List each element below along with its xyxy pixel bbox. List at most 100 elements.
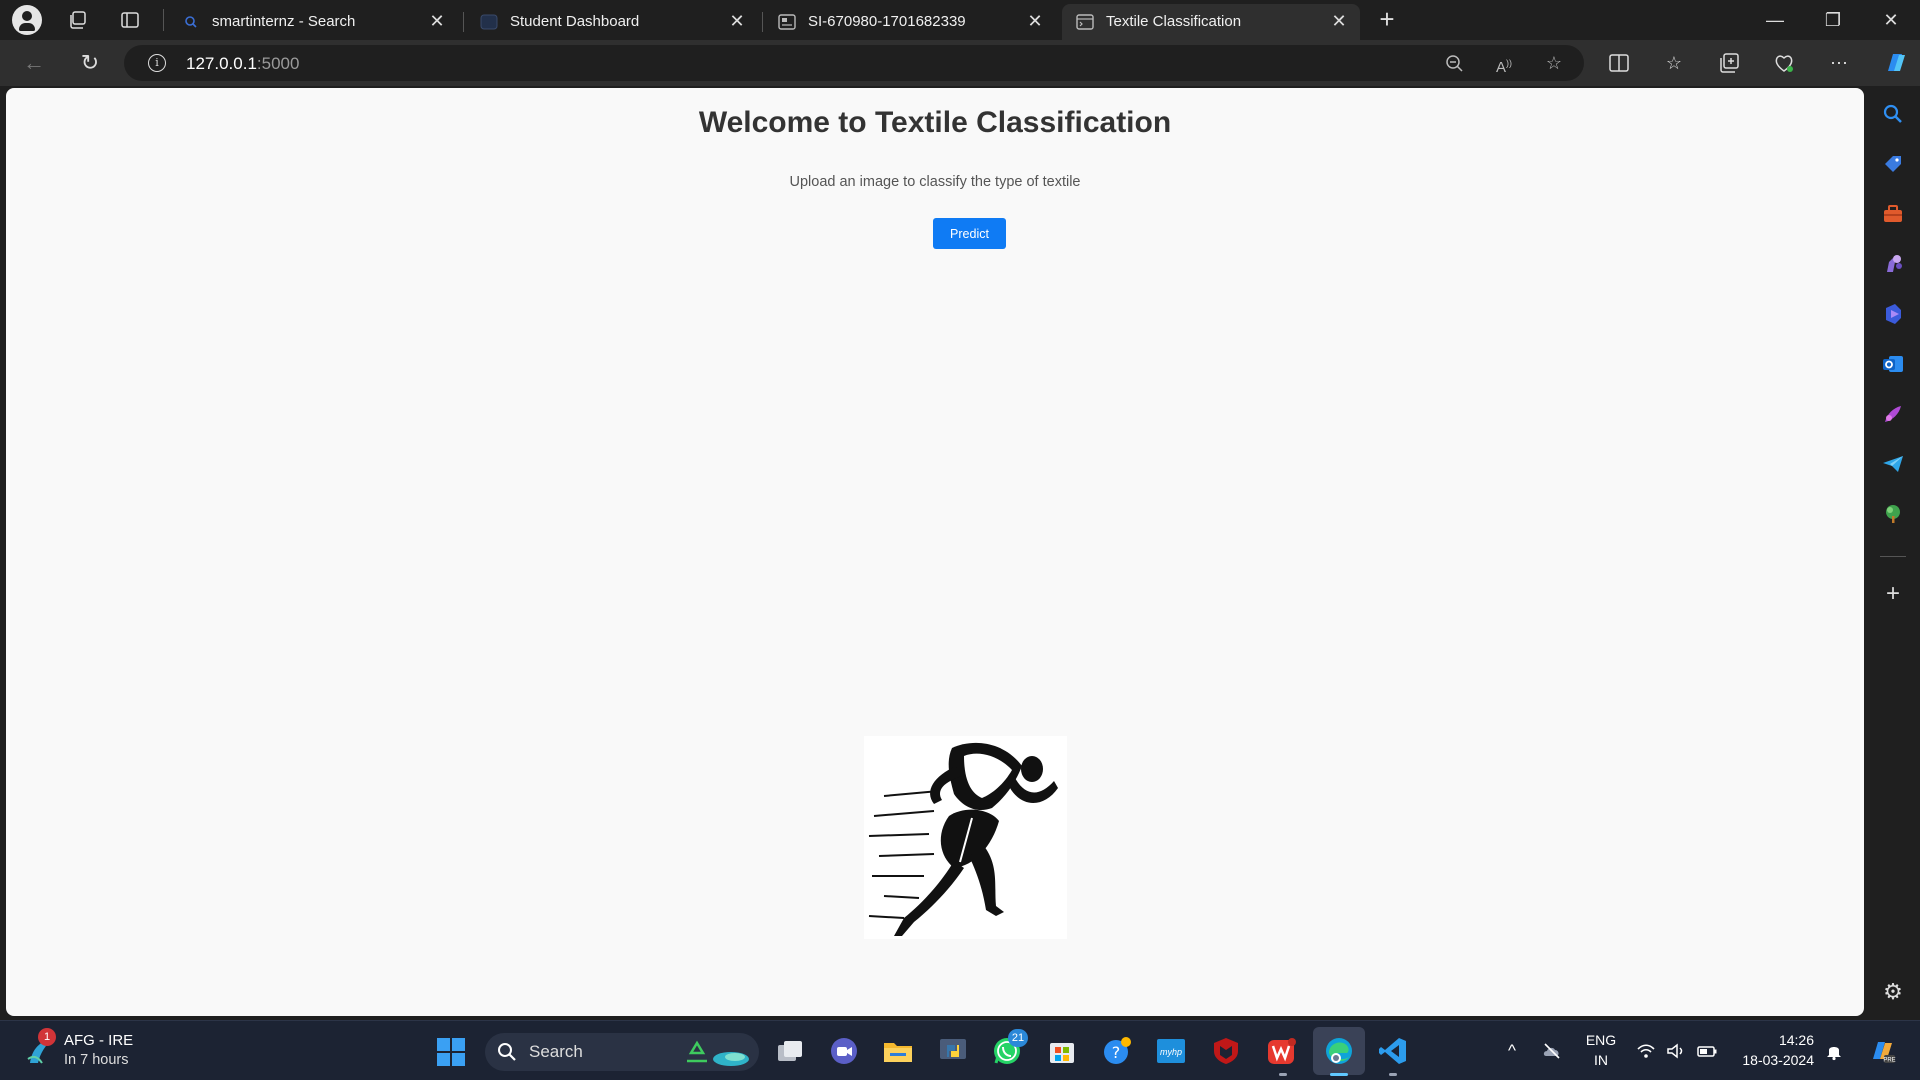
close-tab-icon[interactable]: ✕ <box>428 12 446 30</box>
file-explorer-icon[interactable] <box>882 1035 914 1067</box>
tools-icon[interactable] <box>1881 202 1905 226</box>
edge-browser-icon <box>1326 1038 1352 1064</box>
svg-text:PRE: PRE <box>1883 1058 1895 1064</box>
edge-sidebar: + ⚙ <box>1866 86 1920 1020</box>
games-icon[interactable] <box>1881 252 1905 276</box>
onedrive-offline-icon[interactable] <box>1542 1041 1562 1061</box>
windows-taskbar: 1 AFG - IRE In 7 hours Search 21 ? myhp <box>0 1020 1920 1080</box>
microsoft-365-icon[interactable] <box>1881 302 1905 326</box>
svg-text:?: ? <box>1112 1043 1121 1062</box>
clock-date[interactable]: 18-03-2024 <box>1728 1052 1814 1068</box>
close-window-button[interactable]: ✕ <box>1868 4 1914 36</box>
vertical-tabs-icon[interactable] <box>120 10 140 30</box>
search-icon <box>185 16 197 28</box>
minimize-button[interactable]: — <box>1752 4 1798 36</box>
wifi-icon[interactable] <box>1636 1041 1656 1061</box>
windows-start-icon[interactable] <box>436 1037 466 1067</box>
split-screen-icon[interactable] <box>1608 52 1630 74</box>
task-view-icon[interactable] <box>774 1035 806 1067</box>
running-man-image <box>868 742 1058 936</box>
close-tab-icon[interactable]: ✕ <box>1026 12 1044 30</box>
refresh-icon[interactable]: ↻ <box>76 49 104 77</box>
profile-icon[interactable] <box>12 5 42 35</box>
browser-essentials-icon[interactable] <box>1773 52 1795 74</box>
edge-taskbar-button[interactable] <box>1313 1027 1365 1075</box>
running-indicator <box>1389 1073 1397 1076</box>
url-port: :5000 <box>256 54 300 73</box>
separator <box>163 9 164 31</box>
tab-student-dashboard[interactable]: Student Dashboard ✕ <box>466 4 758 40</box>
back-arrow-icon[interactable]: ← <box>20 49 48 77</box>
add-sidebar-app-icon[interactable]: + <box>1881 582 1905 606</box>
page-icon <box>1076 14 1094 30</box>
svg-text:myhp: myhp <box>1160 1047 1182 1057</box>
tree-app-icon[interactable] <box>1881 502 1905 526</box>
outlook-icon[interactable] <box>1881 352 1905 376</box>
wps-office-icon[interactable] <box>1265 1035 1297 1067</box>
tab-smartinternz-search[interactable]: smartinternz - Search ✕ <box>168 4 458 40</box>
uploaded-image-preview <box>864 736 1067 939</box>
designer-icon[interactable] <box>1881 402 1905 426</box>
notification-bell-icon[interactable] <box>1824 1041 1844 1061</box>
close-tab-icon[interactable]: ✕ <box>728 12 746 30</box>
tab-title: smartinternz - Search <box>212 13 356 30</box>
zoom-out-icon[interactable] <box>1444 53 1464 73</box>
page-viewport: Welcome to Textile Classification Upload… <box>6 88 1864 1016</box>
document-icon <box>778 14 796 30</box>
search-icon <box>498 1043 516 1061</box>
region-indicator[interactable]: IN <box>1580 1052 1622 1068</box>
page-icon <box>480 14 498 30</box>
microsoft-store-icon[interactable] <box>1046 1035 1078 1067</box>
sidebar-settings-gear-icon[interactable]: ⚙ <box>1881 980 1905 1004</box>
tab-title: SI-670980-1701682339 <box>808 13 966 30</box>
tab-divider <box>463 12 464 32</box>
copilot-taskbar-icon[interactable]: PRE <box>1868 1037 1896 1065</box>
close-tab-icon[interactable]: ✕ <box>1330 12 1348 30</box>
more-options-icon[interactable]: ⋯ <box>1828 52 1850 74</box>
tab-title: Student Dashboard <box>510 13 640 30</box>
telegram-send-icon[interactable] <box>1881 452 1905 476</box>
mcafee-shield-icon[interactable] <box>1210 1035 1242 1067</box>
page-title: Welcome to Textile Classification <box>698 106 1172 139</box>
language-indicator[interactable]: ENG <box>1580 1032 1622 1048</box>
search-icon[interactable] <box>1881 102 1905 126</box>
workspaces-icon[interactable] <box>67 10 87 30</box>
address-bar[interactable]: i 127.0.0.1:5000 A)) ☆ <box>124 45 1584 81</box>
collections-icon[interactable] <box>1718 52 1740 74</box>
meet-video-icon[interactable] <box>828 1035 860 1067</box>
clock-time[interactable]: 14:26 <box>1728 1032 1814 1048</box>
read-aloud-icon[interactable]: A)) <box>1494 53 1514 76</box>
site-info-icon[interactable]: i <box>148 54 166 72</box>
widget-title[interactable]: AFG - IRE <box>64 1032 133 1049</box>
whatsapp-unread-badge: 21 <box>1008 1029 1028 1047</box>
weather-notification-badge: 1 <box>38 1028 56 1046</box>
shopping-tag-icon[interactable] <box>1881 152 1905 176</box>
tab-bar: smartinternz - Search ✕ Student Dashboar… <box>0 0 1920 40</box>
battery-icon[interactable] <box>1697 1041 1717 1061</box>
predict-button[interactable]: Predict <box>933 218 1006 249</box>
volume-icon[interactable] <box>1666 1041 1686 1061</box>
vscode-icon[interactable] <box>1377 1035 1409 1067</box>
search-label: Search <box>529 1042 583 1061</box>
tab-title: Textile Classification <box>1106 13 1242 30</box>
tab-si-document[interactable]: SI-670980-1701682339 ✕ <box>764 4 1056 40</box>
favorites-icon[interactable]: ☆ <box>1663 52 1685 74</box>
myhp-icon[interactable]: myhp <box>1155 1035 1187 1067</box>
tab-divider <box>762 12 763 32</box>
navigation-bar: ← ↻ i 127.0.0.1:5000 A)) ☆ ☆ ⋯ <box>0 40 1920 86</box>
tab-textile-classification[interactable]: Textile Classification ✕ <box>1062 4 1360 40</box>
taskbar-search[interactable]: Search <box>485 1033 759 1071</box>
show-hidden-icons-chevron-up-icon[interactable]: ^ <box>1502 1041 1522 1061</box>
recycle-highlight-icon <box>687 1040 749 1066</box>
copilot-icon[interactable] <box>1882 49 1910 77</box>
restore-button[interactable]: ❐ <box>1810 4 1856 36</box>
favorite-star-icon[interactable]: ☆ <box>1544 53 1564 73</box>
url-text[interactable]: 127.0.0.1:5000 <box>186 54 299 74</box>
python-icon[interactable] <box>937 1035 969 1067</box>
page-subtitle: Upload an image to classify the type of … <box>789 174 1081 190</box>
active-indicator <box>1330 1073 1348 1076</box>
new-tab-button[interactable]: + <box>1374 6 1400 32</box>
widget-subtitle[interactable]: In 7 hours <box>64 1052 129 1068</box>
get-help-icon[interactable]: ? <box>1101 1035 1133 1067</box>
running-indicator <box>1279 1073 1287 1076</box>
